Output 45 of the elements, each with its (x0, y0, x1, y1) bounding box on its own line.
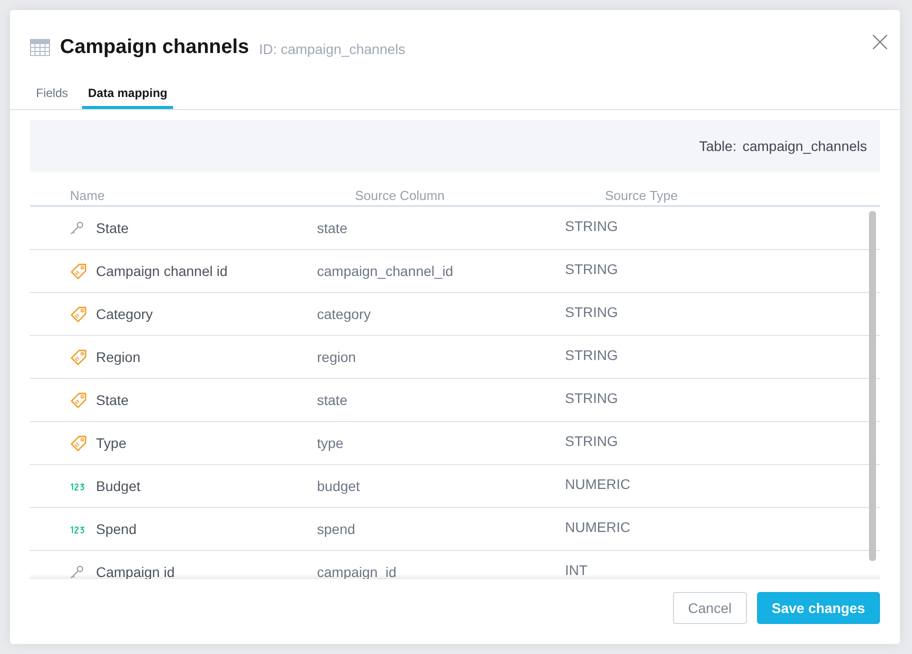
source-column: campaign_channel_id (317, 260, 565, 282)
source-column: region (317, 346, 565, 368)
table-label: Table: (699, 136, 736, 156)
field-name: Category (96, 304, 154, 324)
source-type: NUMERIC (565, 518, 632, 536)
tag-icon (70, 348, 87, 366)
scrollbar[interactable] (869, 211, 876, 561)
source-column: state (317, 218, 565, 238)
source-type: NUMERIC (565, 474, 632, 494)
field-name: Region (96, 348, 142, 367)
column-header: Name (70, 187, 106, 205)
field-name: Campaign channel id (96, 262, 229, 281)
table-name: campaign_channels (742, 136, 867, 156)
key-icon (70, 565, 84, 579)
source-column: category (317, 304, 565, 324)
tag-icon (70, 306, 87, 322)
source-type: STRING (565, 388, 619, 408)
table-icon (30, 38, 50, 56)
source-column: state (317, 390, 565, 410)
source-type: INT (565, 560, 589, 579)
column-header: Source Type (605, 187, 679, 205)
field-name: Budget (96, 476, 142, 496)
source-type: STRING (565, 260, 619, 278)
field-name: Spend (96, 520, 138, 539)
tab[interactable]: Fields (30, 84, 74, 109)
tab[interactable]: Data mapping (82, 84, 174, 109)
tag-icon (70, 262, 87, 280)
source-column: spend (317, 518, 565, 540)
key-icon (70, 221, 84, 235)
field-name: Type (96, 434, 128, 453)
tag-icon (70, 392, 87, 408)
cancel-button[interactable]: Cancel (673, 592, 747, 624)
source-type: STRING (565, 346, 619, 364)
tag-icon (70, 434, 87, 452)
source-type: STRING (565, 302, 619, 322)
source-column: budget (317, 476, 565, 496)
source-type: STRING (565, 216, 619, 236)
dialog-title: Campaign channels (60, 35, 249, 60)
field-name: State (96, 218, 130, 238)
column-header: Source Column (355, 187, 446, 205)
dialog-id: ID: campaign_channels (258, 40, 406, 59)
source-type: STRING (565, 432, 619, 450)
save-button[interactable]: Save changes (756, 592, 880, 624)
source-column: type (317, 432, 565, 454)
field-name: State (96, 390, 130, 410)
